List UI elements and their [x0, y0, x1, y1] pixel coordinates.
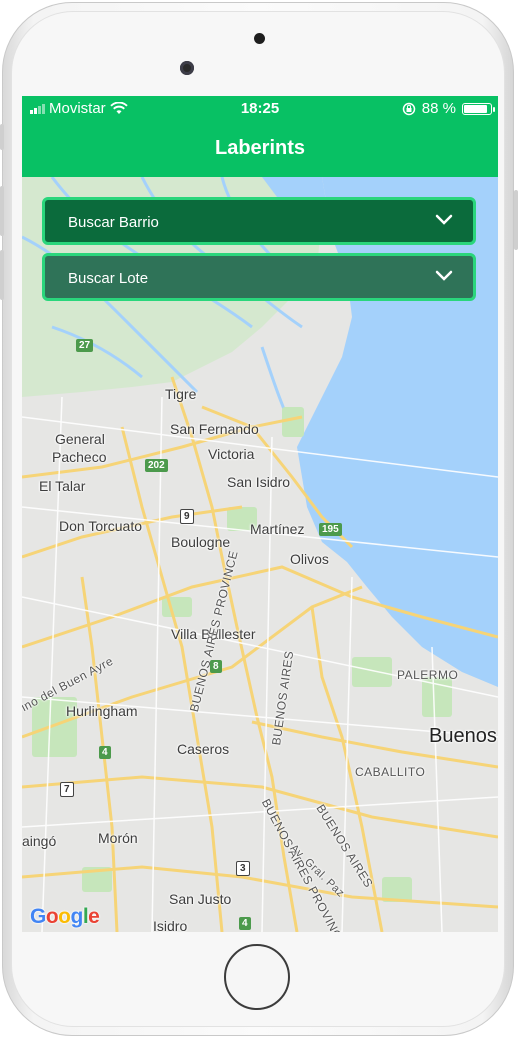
battery-level [464, 104, 487, 113]
route-shield-3: 3 [236, 861, 250, 876]
route-shield-202: 202 [145, 459, 168, 472]
home-button[interactable] [224, 944, 290, 1010]
map-label-ituzaingo: aingó [22, 833, 57, 849]
map-label-olivos: Olivos [290, 551, 329, 567]
route-shield-4a: 4 [99, 746, 111, 759]
barrio-dropdown[interactable]: Buscar Barrio [42, 197, 476, 245]
map-label-san-isidro: San Isidro [227, 474, 291, 490]
map-label-general: General [55, 431, 105, 447]
map-label-moron: Morón [98, 830, 138, 846]
map-label-el-talar: El Talar [39, 478, 86, 494]
battery-icon [462, 102, 495, 115]
chevron-down-icon [435, 214, 453, 225]
barrio-dropdown-label: Buscar Barrio [68, 214, 159, 231]
mute-switch [0, 124, 4, 150]
map-label-pacheco: Pacheco [52, 449, 107, 465]
route-shield-195: 195 [319, 523, 342, 536]
map-label-don-torcuato: Don Torcuato [59, 518, 143, 534]
rotation-lock-icon [402, 102, 416, 115]
front-speaker [254, 33, 265, 44]
google-logo: Google [30, 905, 100, 928]
route-shield-8: 8 [210, 660, 222, 673]
chevron-down-icon [435, 270, 453, 281]
map-label-martinez: Martínez [250, 521, 305, 537]
route-shield-7: 7 [60, 782, 74, 797]
status-right: 88 % [402, 100, 495, 117]
map-label-tigre: Tigre [165, 386, 197, 402]
status-bar: Movistar 18:25 88 % [22, 96, 498, 122]
route-shield-9: 9 [180, 509, 194, 524]
app-header: Laberints [22, 122, 498, 177]
route-shield-4b: 4 [239, 917, 251, 930]
map-label-boulogne: Boulogne [171, 534, 231, 550]
screen: Movistar 18:25 88 % Laberints Tigre San … [22, 96, 498, 932]
map-label-victoria: Victoria [208, 446, 255, 462]
volume-down-button [0, 250, 4, 300]
lote-dropdown-label: Buscar Lote [68, 270, 149, 287]
map-label-san-fernando: San Fernando [170, 421, 259, 437]
map-label-palermo: PALERMO [397, 668, 459, 682]
power-button [514, 190, 518, 250]
lote-dropdown[interactable]: Buscar Lote [42, 253, 476, 301]
page-title: Laberints [214, 137, 306, 159]
volume-up-button [0, 186, 4, 236]
map-label-isidro: Isidro [153, 918, 188, 932]
front-camera [180, 61, 194, 75]
map-label-hurlingham: Hurlingham [66, 703, 138, 719]
battery-percent: 88 % [421, 100, 456, 117]
map-label-buenos-aires: Buenos [429, 725, 497, 747]
route-shield-27: 27 [76, 339, 94, 352]
map-label-caballito: CABALLITO [355, 765, 426, 779]
map-label-san-justo: San Justo [169, 891, 232, 907]
map-label-caseros: Caseros [177, 741, 230, 757]
